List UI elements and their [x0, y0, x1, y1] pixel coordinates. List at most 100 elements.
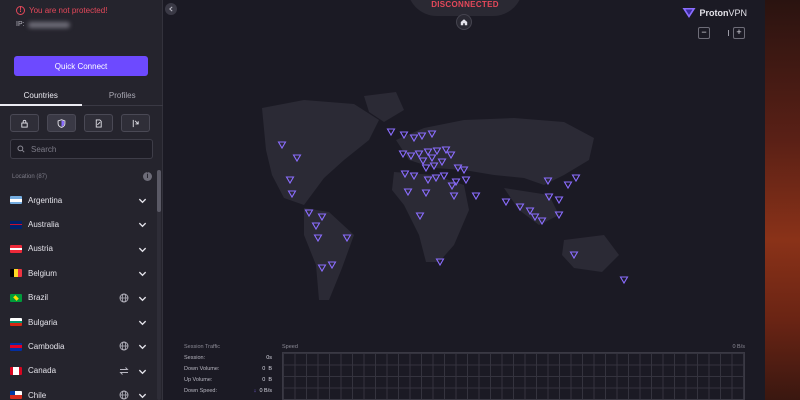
zoom-in-button[interactable]: + [733, 27, 745, 39]
country-name: Canada [28, 366, 57, 376]
p2p-arrows-icon [119, 366, 129, 375]
country-name: Chile [28, 390, 47, 400]
traffic-unit: B/s [264, 388, 272, 394]
country-name: Bulgaria [28, 317, 58, 327]
country-name: Australia [28, 220, 60, 230]
country-list: Argentina Australia Austria Belgium Braz [0, 188, 155, 400]
world-map[interactable] [164, 0, 765, 400]
home-button[interactable] [456, 14, 472, 30]
chevron-down-icon[interactable] [138, 220, 147, 229]
down-arrow-icon: ↓ [253, 388, 257, 394]
globe-icon [119, 390, 129, 400]
chevron-down-icon[interactable] [138, 318, 147, 327]
speed-graph-label: Speed [282, 344, 298, 350]
lock-icon [21, 119, 28, 128]
sidebar: ! You are not protected! IP: Quick Conne… [0, 0, 163, 400]
traffic-row-up-volume: Up Volume: 0 B [184, 377, 272, 388]
filter-streaming[interactable] [84, 114, 113, 132]
server-marker-icon[interactable] [471, 192, 481, 201]
tab-profiles[interactable]: Profiles [81, 88, 163, 106]
warning-text: You are not protected! [29, 6, 108, 15]
document-icon [95, 118, 102, 128]
traffic-label: Session: [184, 355, 206, 361]
search-box [10, 139, 153, 159]
chevron-down-icon[interactable] [138, 269, 147, 278]
zoom-out-button[interactable]: − [698, 27, 710, 39]
flag-cambodia-icon [10, 342, 22, 351]
server-marker-icon[interactable] [421, 164, 431, 173]
sidebar-tabs: Countries Profiles [0, 88, 163, 106]
server-marker-icon[interactable] [461, 176, 471, 185]
chevron-down-icon[interactable] [138, 367, 147, 376]
chevron-down-icon[interactable] [138, 342, 147, 351]
tab-countries[interactable]: Countries [0, 88, 82, 106]
country-item-austria[interactable]: Austria [0, 237, 155, 261]
traffic-unit: B [268, 377, 272, 383]
chevron-down-icon[interactable] [138, 294, 147, 303]
ip-label: IP: [16, 21, 25, 28]
country-name: Argentina [28, 195, 63, 205]
chevron-down-icon[interactable] [138, 245, 147, 254]
country-item-cambodia[interactable]: Cambodia [0, 334, 155, 358]
country-name: Brazil [28, 293, 49, 303]
proton-logo-icon [682, 8, 696, 18]
country-item-chile[interactable]: Chile [0, 383, 155, 400]
globe-icon [119, 293, 129, 303]
traffic-label: Down Speed: [184, 388, 218, 394]
ip-redacted [27, 21, 70, 28]
server-marker-icon[interactable] [619, 276, 629, 285]
chevron-left-icon [168, 6, 173, 12]
quick-connect-button[interactable]: Quick Connect [14, 56, 148, 76]
search-input[interactable] [31, 144, 141, 154]
info-icon[interactable]: i [143, 172, 152, 181]
globe-icon [119, 341, 129, 351]
traffic-title: Session Traffic [184, 344, 220, 350]
server-marker-icon[interactable] [386, 128, 396, 137]
server-marker-icon[interactable] [554, 196, 564, 205]
country-name: Belgium [28, 268, 57, 278]
country-name: Austria [28, 244, 53, 254]
collapse-sidebar-button[interactable] [165, 3, 177, 15]
country-item-argentina[interactable]: Argentina [0, 188, 155, 212]
flag-argentina-icon [10, 196, 22, 205]
country-list-scrollbar[interactable] [157, 170, 161, 400]
traffic-value: 0 [259, 388, 263, 394]
zoom-handle[interactable] [728, 30, 729, 36]
flag-bulgaria-icon [10, 318, 22, 327]
proton-vpn-window: ! You are not protected! IP: Quick Conne… [0, 0, 800, 400]
speed-graph-max: 0 B/s [732, 344, 745, 350]
location-header: Location (87) i [12, 172, 152, 181]
filter-secure-core[interactable] [10, 114, 39, 132]
proton-vpn-logo: ProtonVPN [682, 7, 747, 19]
filter-netshield[interactable] [47, 114, 76, 132]
desktop-background [765, 0, 800, 400]
country-item-canada[interactable]: Canada [0, 359, 155, 383]
traffic-label: Down Volume: [184, 366, 220, 372]
traffic-value: 0s [266, 355, 272, 361]
chevron-down-icon[interactable] [138, 196, 147, 205]
flag-chile-icon [10, 391, 22, 400]
flag-australia-icon [10, 220, 22, 229]
filter-p2p[interactable] [121, 114, 150, 132]
flag-brazil-icon [10, 293, 22, 302]
country-item-australia[interactable]: Australia [0, 212, 155, 236]
home-icon [460, 19, 468, 26]
speed-graph [282, 352, 745, 400]
location-count: Location (87) [12, 173, 48, 180]
map-area: DISCONNECTED ProtonVPN − + Session Traff… [164, 0, 765, 400]
server-marker-icon[interactable] [501, 198, 511, 207]
chevron-down-icon[interactable] [138, 391, 147, 400]
alert-icon: ! [16, 6, 25, 15]
session-traffic-panel: Session Traffic Session: 0s Down Volume:… [184, 344, 272, 399]
search-icon [17, 145, 25, 153]
country-name: Cambodia [28, 342, 65, 352]
country-item-brazil[interactable]: Brazil [0, 286, 155, 310]
server-marker-icon[interactable] [563, 181, 573, 190]
country-item-belgium[interactable]: Belgium [0, 261, 155, 285]
feature-filters [10, 114, 150, 132]
country-item-bulgaria[interactable]: Bulgaria [0, 310, 155, 334]
scrollbar-thumb[interactable] [157, 170, 161, 212]
server-marker-icon[interactable] [571, 174, 581, 183]
traffic-value: 0 [262, 366, 266, 372]
traffic-row-down-volume: Down Volume: 0 B [184, 366, 272, 377]
